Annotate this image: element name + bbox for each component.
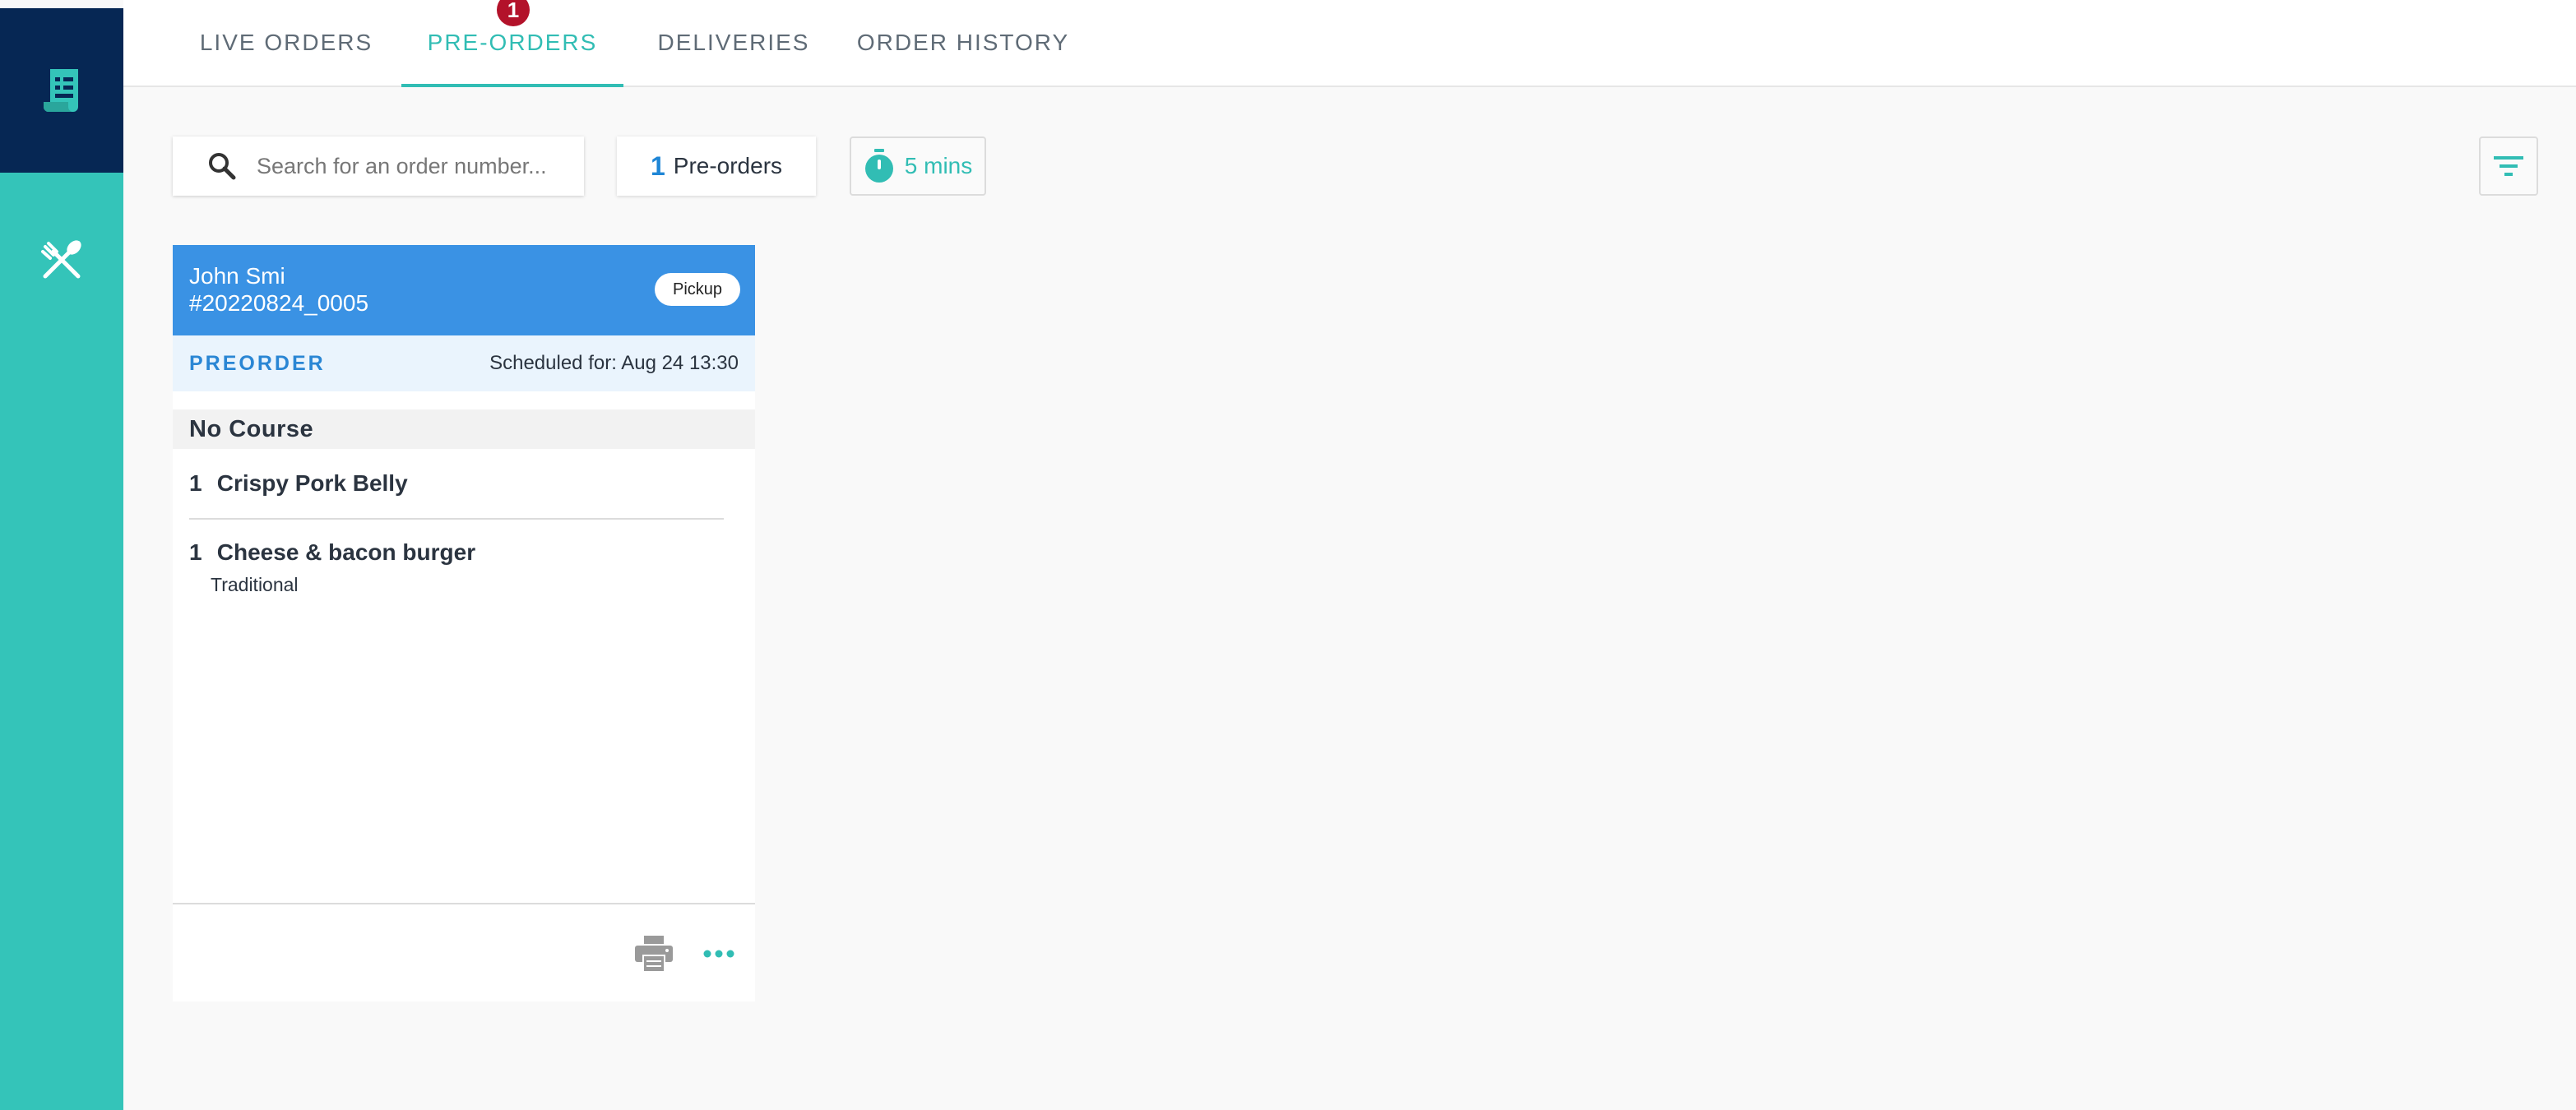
order-card-header: John Smi #20220824_0005 Pickup: [173, 245, 755, 335]
utensils-icon: [41, 240, 81, 279]
stopwatch-icon: [864, 149, 893, 183]
customer-name: John Smi: [189, 263, 285, 289]
course-heading: No Course: [173, 409, 755, 449]
tab-order-history[interactable]: ORDER HISTORY: [844, 0, 1082, 86]
pre-orders-count-label: Pre-orders: [673, 153, 783, 178]
sidebar-item-orders[interactable]: [0, 8, 123, 173]
sidebar: [0, 8, 123, 1110]
prep-time-button[interactable]: 5 mins: [850, 136, 986, 196]
printer-icon: [635, 936, 673, 973]
filter-button[interactable]: [2479, 136, 2538, 196]
more-options-button[interactable]: [702, 946, 735, 962]
item-quantity: 1: [189, 539, 202, 565]
filter-icon: [2494, 156, 2523, 176]
item-modifier: Traditional: [211, 574, 299, 595]
prep-time-label: 5 mins: [904, 153, 973, 178]
item-name: Cheese & bacon burger: [216, 539, 476, 565]
pre-orders-count: 1 Pre-orders: [617, 136, 816, 196]
item-divider: [189, 518, 724, 520]
item-name: Crispy Pork Belly: [216, 470, 408, 496]
order-item[interactable]: 1 Crispy Pork Belly: [189, 470, 408, 497]
sidebar-item-kitchen[interactable]: [0, 206, 123, 321]
order-item[interactable]: 1 Cheese & bacon burger: [189, 539, 475, 566]
pre-orders-count-number: 1: [650, 150, 665, 181]
receipt-icon: [44, 69, 78, 112]
order-search[interactable]: [173, 136, 584, 196]
card-footer-divider: [173, 903, 755, 904]
order-status-label: PREORDER: [189, 352, 326, 375]
print-button[interactable]: [635, 936, 673, 973]
more-horizontal-icon: [703, 950, 734, 958]
item-quantity: 1: [189, 470, 202, 496]
search-icon: [209, 153, 236, 180]
order-card[interactable]: John Smi #20220824_0005 Pickup PREORDER …: [173, 245, 755, 1001]
top-tab-bar: LIVE ORDERS PRE-ORDERS DELIVERIES ORDER …: [123, 0, 2576, 87]
order-number: #20220824_0005: [189, 290, 369, 316]
order-status-bar: PREORDER Scheduled for: Aug 24 13:30: [173, 335, 755, 391]
tab-deliveries[interactable]: DELIVERIES: [640, 0, 827, 86]
scheduled-time: Scheduled for: Aug 24 13:30: [489, 352, 739, 374]
order-type-badge: Pickup: [655, 273, 740, 306]
tab-live-orders[interactable]: LIVE ORDERS: [188, 0, 385, 86]
search-input[interactable]: [257, 153, 569, 179]
